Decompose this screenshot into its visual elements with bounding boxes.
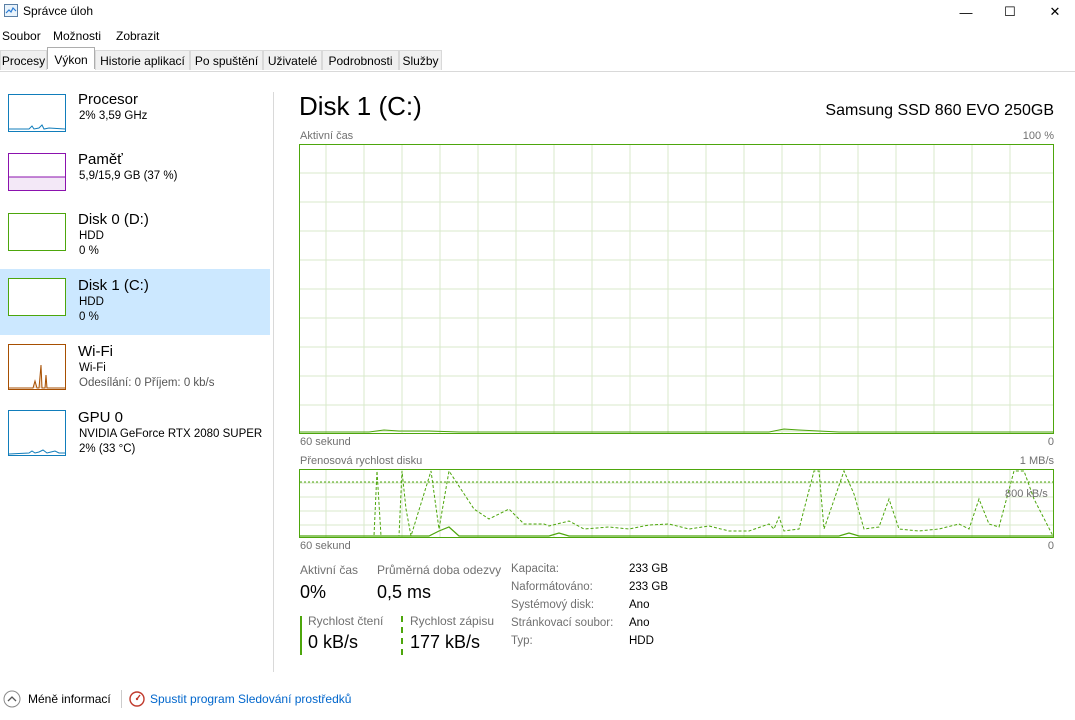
sidebar-item-detail: HDD xyxy=(79,296,104,308)
menu-options[interactable]: Možnosti xyxy=(53,29,101,43)
sidebar-item-memory[interactable]: Paměť 5,9/15,9 GB (37 %) xyxy=(0,146,270,212)
graph1-max-label: 100 % xyxy=(1022,130,1054,142)
sidebar-item-disk1[interactable]: Disk 1 (C:) HDD 0 % xyxy=(0,269,270,335)
sidebar-item-usage: 0 % xyxy=(79,311,99,323)
tab-startup[interactable]: Po spuštění xyxy=(190,50,263,70)
tab-app-history[interactable]: Historie aplikací xyxy=(95,50,190,70)
system-disk-value: Ano xyxy=(629,599,650,611)
graph2-max-label: 1 MB/s xyxy=(1019,455,1054,467)
page-file-label: Stránkovací soubor: xyxy=(511,617,614,629)
page-title: Disk 1 (C:) xyxy=(299,91,422,121)
sidebar-item-detail: HDD xyxy=(79,230,104,242)
capacity-value: 233 GB xyxy=(629,563,668,575)
sidebar-item-detail: 2% 3,59 GHz xyxy=(79,110,148,122)
sidebar-item-detail: Wi-Fi xyxy=(79,362,106,374)
gpu-thumbnail-graph xyxy=(8,410,66,456)
tab-users[interactable]: Uživatelé xyxy=(263,50,322,70)
tab-services[interactable]: Služby xyxy=(399,50,442,70)
menu-bar: Soubor Možnosti Zobrazit xyxy=(0,26,1075,44)
graph1-label: Aktivní čas xyxy=(300,130,354,142)
sidebar-item-detail: NVIDIA GeForce RTX 2080 SUPER xyxy=(79,428,263,440)
collapse-chevron-icon[interactable] xyxy=(3,690,21,708)
memory-thumbnail-graph xyxy=(8,153,66,191)
sidebar-item-title: Disk 0 (D:) xyxy=(78,211,149,228)
response-time-value: 0,5 ms xyxy=(377,582,432,602)
title-bar: Správce úloh — ☐ ✕ xyxy=(0,0,1075,24)
graph1-min-label: 0 xyxy=(1047,436,1054,448)
sidebar-item-gpu[interactable]: GPU 0 NVIDIA GeForce RTX 2080 SUPER 2% (… xyxy=(0,404,270,470)
fewer-details-link[interactable]: Méně informací xyxy=(28,692,111,706)
write-rate-line-marker xyxy=(401,616,403,655)
sidebar-item-cpu[interactable]: Procesor 2% 3,59 GHz xyxy=(0,86,270,152)
graph2-time-label: 60 sekund xyxy=(300,540,351,552)
sidebar-item-throughput: Odesílání: 0 Příjem: 0 kb/s xyxy=(79,377,215,389)
tab-details[interactable]: Podrobnosti xyxy=(322,50,399,70)
sidebar-item-title: Paměť xyxy=(78,151,123,168)
read-rate-value: 0 kB/s xyxy=(308,632,359,652)
sidebar-item-usage: 0 % xyxy=(79,245,99,257)
read-rate-line-marker xyxy=(300,616,302,655)
disk0-thumbnail-graph xyxy=(8,213,66,251)
open-resource-monitor-link[interactable]: Spustit program Sledování prostředků xyxy=(150,692,351,706)
graph2-min-label: 0 xyxy=(1047,540,1054,552)
sidebar-item-usage: 2% (33 °C) xyxy=(79,443,136,455)
maximize-button[interactable]: ☐ xyxy=(987,0,1033,24)
type-value: HDD xyxy=(629,635,654,647)
type-label: Typ: xyxy=(511,635,533,647)
formatted-label: Naformátováno: xyxy=(511,581,593,593)
write-rate-label: Rychlost zápisu xyxy=(410,614,495,628)
graph2-label: Přenosová rychlost disku xyxy=(300,455,423,467)
read-rate-label: Rychlost čtení xyxy=(308,614,384,628)
window-title: Správce úloh xyxy=(23,4,94,18)
active-time-graph xyxy=(299,144,1054,434)
transfer-rate-graph: 800 kB/s xyxy=(299,469,1054,538)
panel-divider[interactable] xyxy=(273,92,274,672)
task-manager-icon xyxy=(4,4,18,17)
tab-performance[interactable]: Výkon xyxy=(47,47,95,69)
menu-view[interactable]: Zobrazit xyxy=(116,29,159,43)
footer-bar: Méně informací Spustit program Sledování… xyxy=(0,686,1075,714)
sidebar-item-detail: 5,9/15,9 GB (37 %) xyxy=(79,170,178,182)
minimize-button[interactable]: — xyxy=(943,0,989,24)
footer-separator xyxy=(121,690,122,708)
active-time-label: Aktivní čas xyxy=(300,563,359,577)
sidebar-item-title: GPU 0 xyxy=(78,409,124,426)
sidebar-item-title: Disk 1 (C:) xyxy=(78,277,149,294)
active-time-value: 0% xyxy=(300,582,327,602)
wifi-thumbnail-graph xyxy=(8,344,66,390)
graph1-time-label: 60 sekund xyxy=(300,436,351,448)
page-file-value: Ano xyxy=(629,617,650,629)
disk-model: Samsung SSD 860 EVO 250GB xyxy=(825,102,1054,119)
close-button[interactable]: ✕ xyxy=(1032,0,1075,24)
response-time-label: Průměrná doba odezvy xyxy=(377,563,502,577)
capacity-label: Kapacita: xyxy=(511,563,559,575)
disk1-thumbnail-graph xyxy=(8,278,66,316)
tab-processes[interactable]: Procesy xyxy=(0,50,47,70)
write-rate-value: 177 kB/s xyxy=(410,632,481,652)
tab-strip: Procesy Výkon Historie aplikací Po spušt… xyxy=(0,47,1075,72)
sidebar-item-wifi[interactable]: Wi-Fi Wi-Fi Odesílání: 0 Příjem: 0 kb/s xyxy=(0,338,270,404)
system-disk-label: Systémový disk: xyxy=(511,599,595,611)
cpu-thumbnail-graph xyxy=(8,94,66,132)
sidebar-item-title: Wi-Fi xyxy=(78,343,113,360)
sidebar-item-title: Procesor xyxy=(78,91,139,108)
resource-monitor-icon xyxy=(129,691,145,707)
menu-file[interactable]: Soubor xyxy=(2,29,41,43)
sidebar-item-disk0[interactable]: Disk 0 (D:) HDD 0 % xyxy=(0,206,270,272)
formatted-value: 233 GB xyxy=(629,581,668,593)
graph2-mid-label: 800 kB/s xyxy=(1005,488,1048,500)
